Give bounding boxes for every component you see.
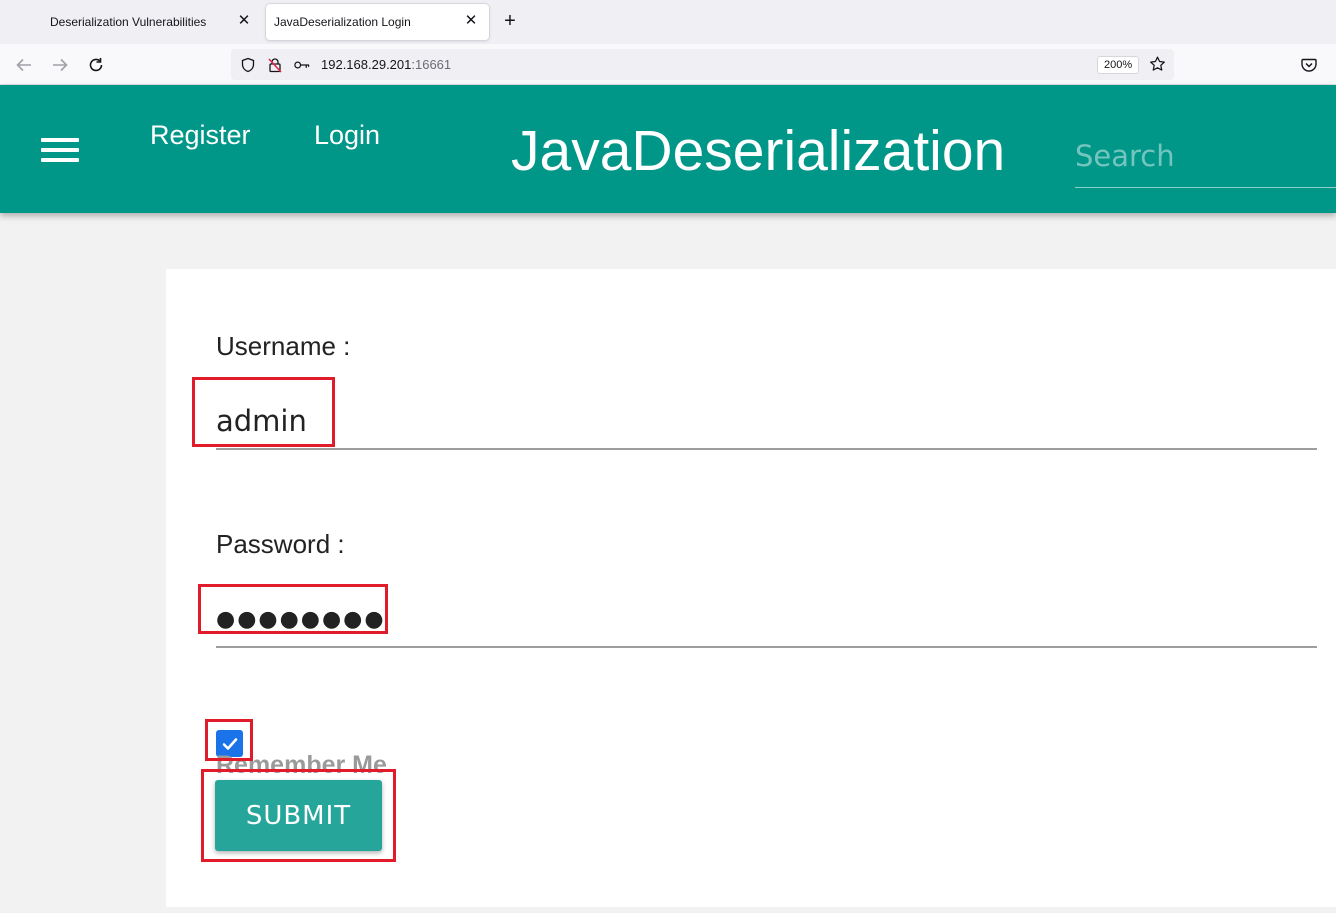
password-label: Password : xyxy=(216,529,345,559)
username-field[interactable] xyxy=(216,394,1317,450)
login-card: Username : Password : Remember Me SUBMIT xyxy=(166,269,1336,907)
url-text[interactable]: 192.168.29.201:16661 xyxy=(321,57,451,72)
password-field[interactable] xyxy=(216,592,1317,648)
forward-arrow-icon[interactable] xyxy=(49,54,71,76)
tab-javadeserialization-login[interactable]: JavaDeserialization Login ✕ xyxy=(266,4,489,40)
url-port: :16661 xyxy=(411,57,452,72)
submit-button[interactable]: SUBMIT xyxy=(215,780,382,851)
app-header: Register Login JavaDeserialization xyxy=(0,85,1336,213)
tab-strip: Deserialization Vulnerabilities ✕ JavaDe… xyxy=(0,0,1336,44)
close-icon[interactable]: ✕ xyxy=(463,13,479,29)
login-link[interactable]: Login xyxy=(314,120,380,151)
reload-icon[interactable] xyxy=(85,54,107,76)
new-tab-icon[interactable]: + xyxy=(500,11,520,31)
bookmark-star-icon[interactable] xyxy=(1149,55,1166,72)
tab-title: JavaDeserialization Login xyxy=(274,15,411,29)
navigation-bar: 192.168.29.201:16661 200% xyxy=(0,44,1336,85)
key-icon[interactable] xyxy=(293,56,310,73)
pocket-icon[interactable] xyxy=(1298,54,1320,76)
username-label: Username : xyxy=(216,331,351,361)
url-host: 192.168.29.201 xyxy=(321,57,412,72)
tab-deserialization-vulnerabilities[interactable]: Deserialization Vulnerabilities ✕ xyxy=(36,4,262,40)
remember-me-label: Remember Me xyxy=(216,751,387,779)
brand-title: JavaDeserialization xyxy=(511,119,1006,183)
close-icon[interactable]: ✕ xyxy=(236,13,252,29)
shield-icon[interactable] xyxy=(239,56,256,73)
back-arrow-icon[interactable] xyxy=(13,54,35,76)
insecure-lock-icon[interactable] xyxy=(266,56,283,73)
zoom-level[interactable]: 200% xyxy=(1097,56,1140,74)
tab-title: Deserialization Vulnerabilities xyxy=(50,15,207,29)
url-bar[interactable]: 192.168.29.201:16661 200% xyxy=(231,49,1174,80)
register-link[interactable]: Register xyxy=(150,120,251,151)
menu-icon[interactable] xyxy=(41,138,79,162)
search-input[interactable] xyxy=(1075,125,1336,188)
